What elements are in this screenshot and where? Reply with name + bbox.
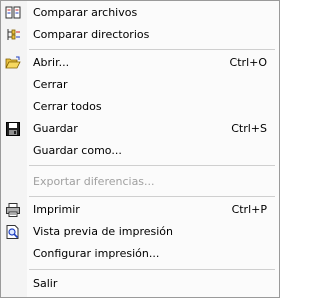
menu-item-label: Comparar directorios <box>33 28 150 41</box>
menu-item-label: Abrir... <box>33 56 70 69</box>
menu-item-label: Salir <box>33 277 58 290</box>
menu-item-save-as[interactable]: Guardar como... <box>1 140 279 162</box>
menu-separator <box>29 165 275 166</box>
compare-files-icon <box>5 6 21 19</box>
compare-directories-icon <box>7 29 20 40</box>
menu-item-label: Exportar diferencias... <box>33 175 155 188</box>
menu-item-print-setup[interactable]: Configurar impresión... <box>1 243 279 265</box>
file-menu: Comparar archivos Comparar directorios A… <box>0 0 280 298</box>
menu-item-label: Configurar impresión... <box>33 247 160 260</box>
menu-item-compare-directories[interactable]: Comparar directorios <box>1 24 279 46</box>
print-preview-icon <box>6 225 19 239</box>
printer-icon <box>6 203 20 217</box>
menu-separator <box>29 269 275 270</box>
menu-item-export-differences: Exportar diferencias... <box>1 171 279 193</box>
menu-separator <box>29 49 275 50</box>
menu-item-shortcut: Ctrl+O <box>229 56 267 69</box>
menu-item-print[interactable]: Imprimir Ctrl+P <box>1 199 279 221</box>
floppy-disk-icon <box>6 122 20 136</box>
menu-item-shortcut: Ctrl+S <box>231 122 267 135</box>
menu-item-shortcut: Ctrl+P <box>231 203 267 216</box>
menu-separator <box>29 196 275 197</box>
menu-item-label: Guardar como... <box>33 144 122 157</box>
menu-item-label: Cerrar todos <box>33 100 102 113</box>
menu-item-label: Imprimir <box>33 203 80 216</box>
menu-item-print-preview[interactable]: Vista previa de impresión <box>1 221 279 243</box>
menu-item-close-all[interactable]: Cerrar todos <box>1 96 279 118</box>
menu-item-label: Comparar archivos <box>33 6 138 19</box>
menu-item-compare-files[interactable]: Comparar archivos <box>1 2 279 24</box>
menu-item-exit[interactable]: Salir <box>1 273 279 295</box>
menu-item-label: Guardar <box>33 122 78 135</box>
menu-item-close[interactable]: Cerrar <box>1 74 279 96</box>
menu-item-label: Cerrar <box>33 78 68 91</box>
open-folder-icon <box>5 56 21 69</box>
menu-item-open[interactable]: Abrir... Ctrl+O <box>1 52 279 74</box>
menu-item-label: Vista previa de impresión <box>33 225 173 238</box>
menu-item-save[interactable]: Guardar Ctrl+S <box>1 118 279 140</box>
